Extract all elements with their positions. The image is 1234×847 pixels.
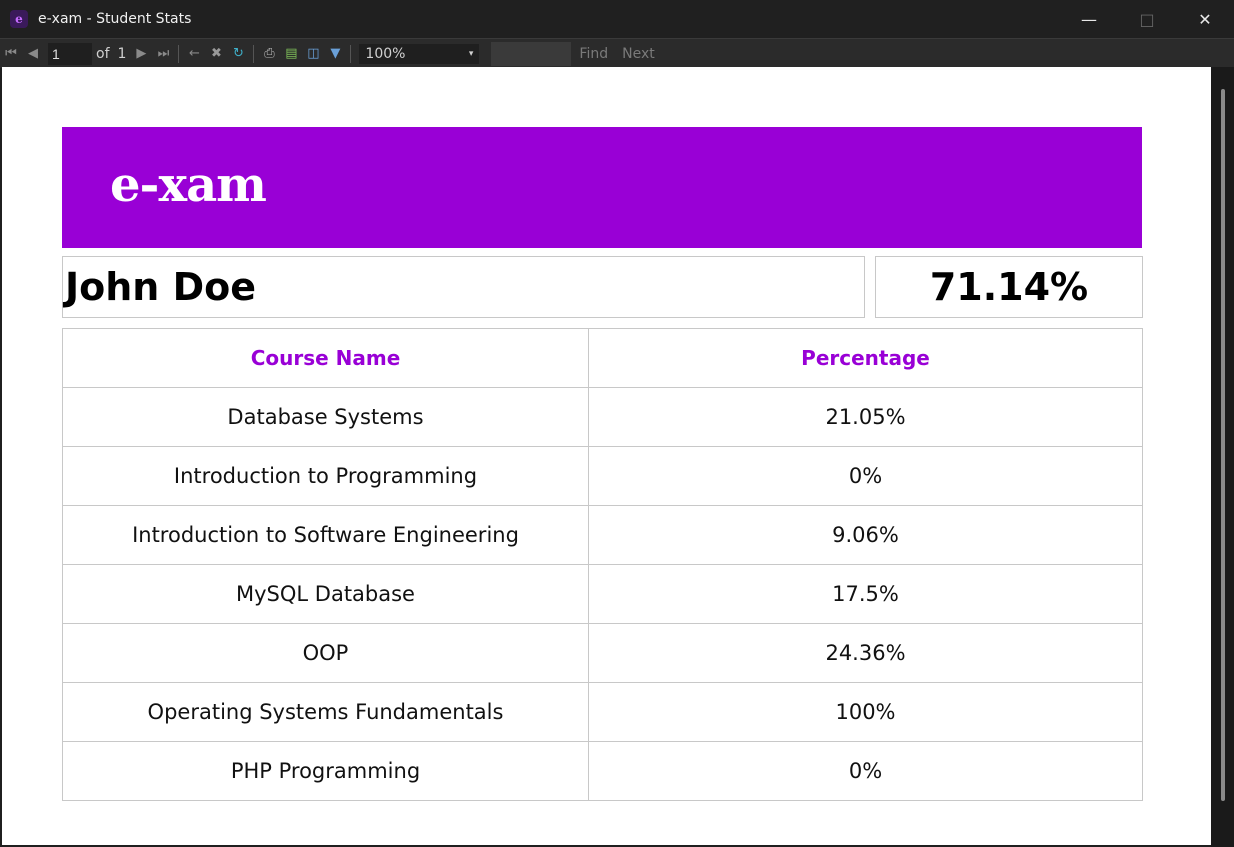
- stop-icon[interactable]: ✖: [205, 43, 227, 65]
- window-controls: — □ ✕: [1060, 0, 1234, 38]
- course-name-cell: MySQL Database: [62, 564, 589, 624]
- back-icon[interactable]: ←: [183, 43, 205, 65]
- last-page-icon[interactable]: ⏭: [152, 43, 174, 65]
- percentage-cell: 0%: [588, 741, 1143, 801]
- find-input[interactable]: [491, 41, 572, 66]
- percentage-cell: 9.06%: [588, 505, 1143, 565]
- course-stats-table: Course Name Percentage Database Systems …: [62, 328, 1143, 801]
- page-number-input[interactable]: [48, 42, 92, 65]
- scrollbar-thumb[interactable]: [1221, 89, 1225, 801]
- percentage-cell: 100%: [588, 682, 1143, 742]
- table-row: Introduction to Software Engineering 9.0…: [62, 505, 1143, 565]
- next-page-icon[interactable]: ▶: [130, 43, 152, 65]
- table-row: OOP 24.36%: [62, 623, 1143, 683]
- percentage-cell: 21.05%: [588, 387, 1143, 447]
- column-header-percentage: Percentage: [588, 328, 1143, 388]
- title-bar: e e-xam - Student Stats — □ ✕: [0, 0, 1234, 38]
- zoom-select[interactable]: 100% ▾: [359, 43, 480, 64]
- column-header-course-name: Course Name: [62, 328, 589, 388]
- percentage-cell: 24.36%: [588, 623, 1143, 683]
- toolbar-separator: [350, 44, 352, 63]
- table-header-row: Course Name Percentage: [62, 328, 1143, 388]
- course-name-cell: Introduction to Software Engineering: [62, 505, 589, 565]
- table-row: Introduction to Programming 0%: [62, 446, 1143, 506]
- table-row: Operating Systems Fundamentals 100%: [62, 682, 1143, 742]
- close-button[interactable]: ✕: [1176, 0, 1234, 38]
- app-icon: e: [10, 10, 28, 28]
- percentage-cell: 0%: [588, 446, 1143, 506]
- vertical-scrollbar[interactable]: [1211, 67, 1234, 847]
- student-name: John Doe: [62, 256, 865, 318]
- course-name-cell: Introduction to Programming: [62, 446, 589, 506]
- zoom-value: 100%: [365, 45, 406, 62]
- toolbar-separator: [178, 44, 180, 63]
- course-name-cell: Operating Systems Fundamentals: [62, 682, 589, 742]
- refresh-icon[interactable]: ↻: [227, 43, 249, 65]
- table-row: PHP Programming 0%: [62, 741, 1143, 801]
- minimize-button[interactable]: —: [1060, 0, 1118, 38]
- previous-page-icon[interactable]: ◀: [22, 43, 44, 65]
- of-label: of: [96, 45, 110, 62]
- maximize-button[interactable]: □: [1118, 0, 1176, 38]
- overall-score: 71.14%: [875, 256, 1143, 318]
- report-toolbar: ⏮ ◀ of 1 ▶ ⏭ ← ✖ ↻ ⎙ ▤ ◫ ▼ 100% ▾ Find N…: [0, 38, 1234, 68]
- print-layout-icon[interactable]: ▤: [280, 43, 302, 65]
- logo: e-xam: [110, 157, 267, 213]
- next-button[interactable]: Next: [622, 46, 655, 62]
- course-name-cell: OOP: [62, 623, 589, 683]
- course-name-cell: Database Systems: [62, 387, 589, 447]
- print-icon[interactable]: ⎙: [258, 43, 280, 65]
- window-title: e-xam - Student Stats: [38, 11, 192, 27]
- table-row: MySQL Database 17.5%: [62, 564, 1143, 624]
- export-icon[interactable]: ▼: [324, 43, 346, 65]
- chevron-down-icon: ▾: [468, 48, 474, 59]
- toolbar-separator: [253, 44, 255, 63]
- first-page-icon[interactable]: ⏮: [0, 43, 22, 65]
- report-page: e-xam John Doe 71.14% Course Name Percen…: [2, 67, 1211, 845]
- report-banner: e-xam: [62, 127, 1142, 248]
- page-total: 1: [117, 45, 127, 62]
- course-name-cell: PHP Programming: [62, 741, 589, 801]
- find-button[interactable]: Find: [579, 46, 608, 62]
- percentage-cell: 17.5%: [588, 564, 1143, 624]
- page-setup-icon[interactable]: ◫: [302, 43, 324, 65]
- table-row: Database Systems 21.05%: [62, 387, 1143, 447]
